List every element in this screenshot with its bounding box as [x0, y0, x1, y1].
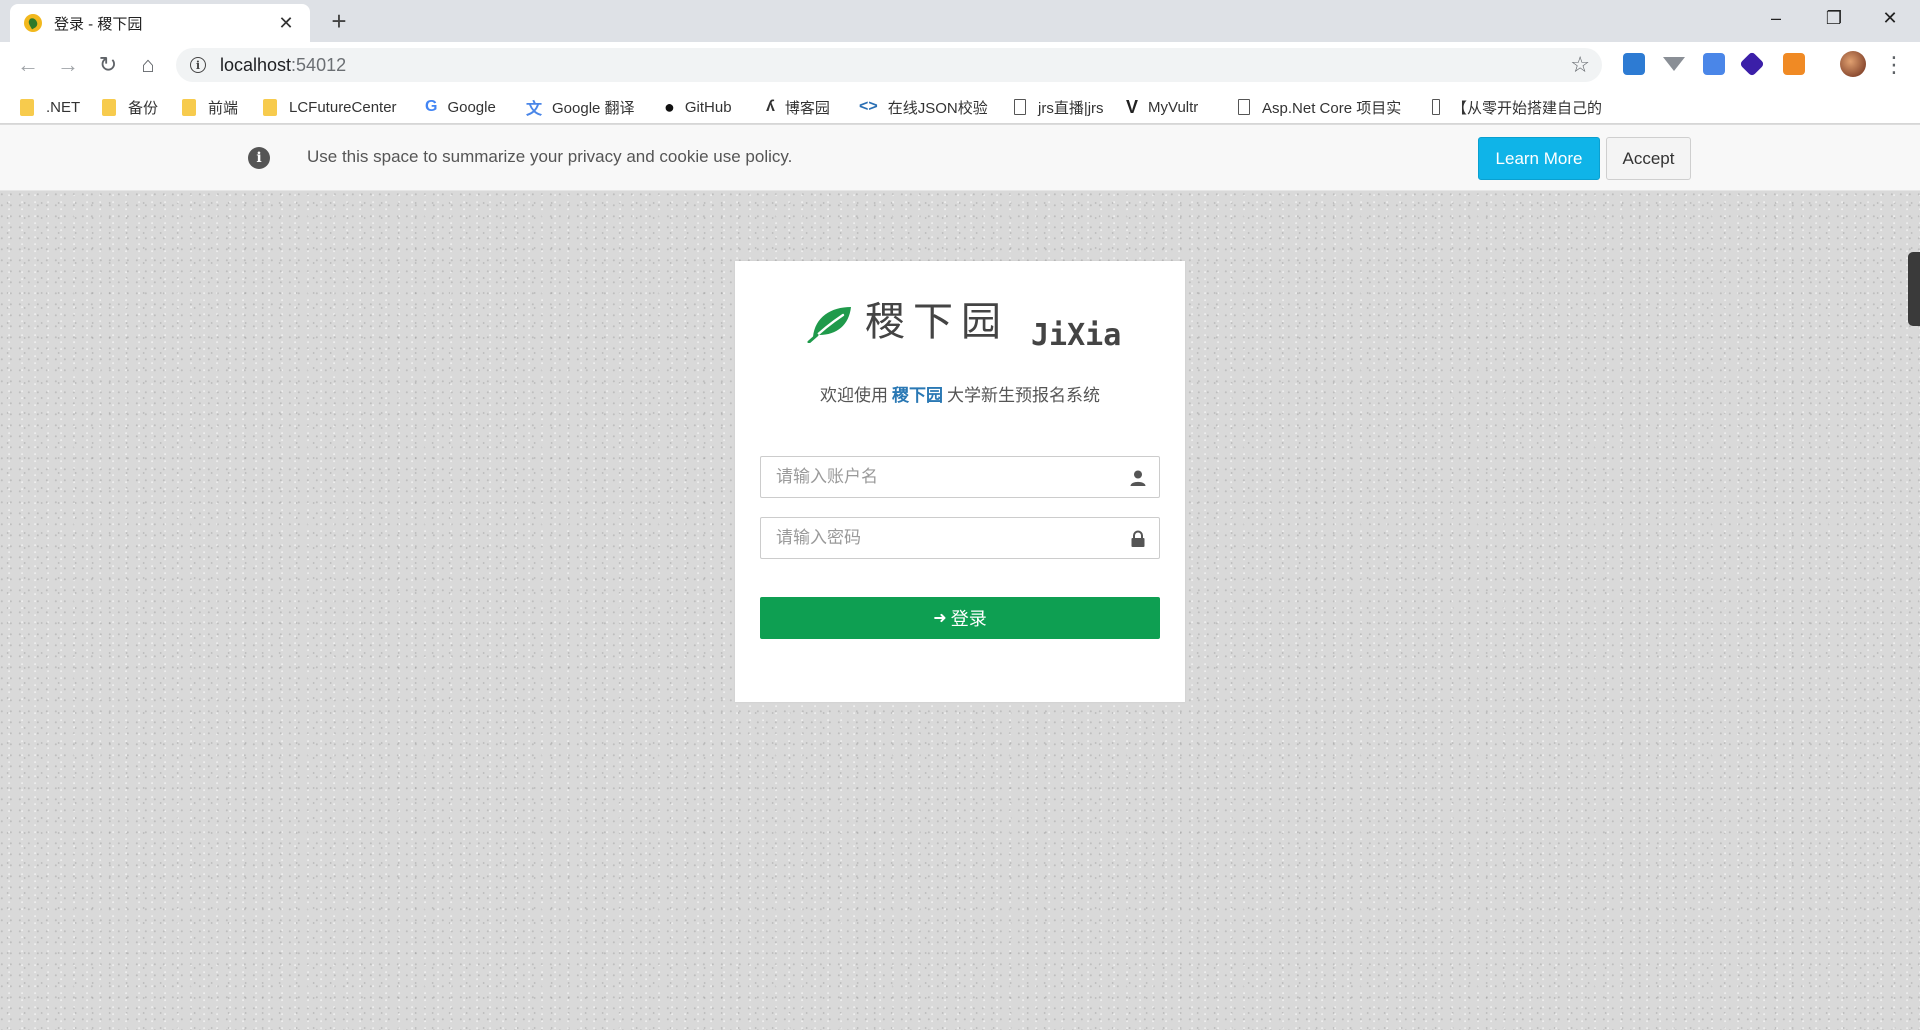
- cookie-consent-bar: i Use this space to summarize your priva…: [0, 125, 1920, 191]
- brand-name-en: JiXia: [1031, 318, 1122, 353]
- page-icon: [1014, 99, 1026, 115]
- translate-icon: 文: [526, 101, 543, 118]
- browser-toolbar: ← → ↻ ⌂ i localhost:54012 ☆ ⋮: [0, 42, 1920, 88]
- site-favicon-icon: [24, 14, 42, 32]
- page-icon: [1432, 99, 1440, 115]
- tab-title: 登录 - 稷下园: [54, 15, 143, 33]
- brand-name-cn: 稷下园: [865, 299, 1009, 345]
- extension-translate-icon[interactable]: [1703, 53, 1725, 75]
- page-icon: [1238, 99, 1250, 115]
- google-icon: G: [425, 98, 438, 115]
- bookmark-json-validator[interactable]: <> 在线JSON校验: [859, 96, 988, 118]
- site-info-icon[interactable]: i: [190, 57, 206, 73]
- url-host: localhost: [220, 54, 292, 75]
- bookmark-google-translate[interactable]: 文 Google 翻译: [526, 96, 635, 119]
- browser-tab-bar: 登录 - 稷下园 ✕ + – ❐ ✕: [0, 0, 1920, 42]
- reload-icon[interactable]: ↻: [92, 49, 124, 81]
- bookmarks-bar: .NET 备份 前端 LCFutureCenter G Google 文 Googl…: [0, 88, 1920, 124]
- leaf-icon: [807, 307, 851, 343]
- bookmark-jrs[interactable]: jrs直播|jrs: [1014, 96, 1104, 118]
- side-scroll-handle[interactable]: [1908, 252, 1920, 326]
- vultr-icon: V: [1126, 96, 1139, 117]
- password-field: [760, 517, 1160, 559]
- bookmark-myvultr[interactable]: V MyVultr: [1126, 96, 1198, 118]
- bookmark-frontend[interactable]: 前端: [182, 96, 238, 118]
- browser-tab-active[interactable]: 登录 - 稷下园 ✕: [10, 4, 310, 42]
- address-bar[interactable]: i localhost:54012 ☆: [176, 48, 1602, 82]
- accept-button[interactable]: Accept: [1606, 137, 1691, 180]
- info-circle-icon: i: [248, 147, 270, 169]
- forward-arrow-icon[interactable]: →: [52, 49, 84, 81]
- welcome-message: 欢迎使用 稷下园 大学新生预报名系统: [820, 386, 1100, 405]
- extension-orange-icon[interactable]: [1783, 53, 1805, 75]
- url-port: :54012: [291, 54, 347, 75]
- bookmark-net[interactable]: .NET: [20, 96, 80, 118]
- login-card: 稷下园 JiXia 欢迎使用稷下园大学新生预报名系统 ➜登录: [735, 261, 1185, 702]
- home-icon[interactable]: ⌂: [132, 49, 164, 81]
- learn-more-button[interactable]: Learn More: [1478, 137, 1600, 180]
- lock-icon: [1131, 530, 1145, 547]
- window-maximize-button[interactable]: ❐: [1806, 0, 1862, 36]
- extension-s-icon[interactable]: [1623, 53, 1645, 75]
- extension-v-icon[interactable]: [1663, 57, 1685, 71]
- new-tab-button[interactable]: +: [324, 6, 354, 36]
- username-input[interactable]: [761, 457, 1159, 497]
- window-close-button[interactable]: ✕: [1862, 0, 1918, 36]
- bookmark-star-icon[interactable]: ☆: [1570, 52, 1590, 78]
- folder-icon: [263, 98, 277, 116]
- bookmark-lcfuturecenter[interactable]: LCFutureCenter: [263, 96, 397, 118]
- github-icon: ●: [664, 96, 675, 117]
- sign-in-icon: ➜: [933, 610, 947, 627]
- bookmark-backup[interactable]: 备份: [102, 96, 158, 118]
- welcome-brand: 稷下园: [892, 386, 943, 405]
- window-minimize-button[interactable]: –: [1748, 0, 1804, 36]
- username-field: [760, 456, 1160, 498]
- cnblogs-icon: ʎ: [766, 98, 775, 115]
- bookmark-google[interactable]: G Google: [425, 96, 496, 118]
- extension-diamond-icon[interactable]: [1739, 51, 1765, 77]
- json-icon: <>: [859, 98, 878, 115]
- bookmark-github[interactable]: ● GitHub: [664, 96, 732, 118]
- tab-close-icon[interactable]: ✕: [276, 13, 296, 34]
- browser-menu-icon[interactable]: ⋮: [1878, 49, 1910, 81]
- profile-avatar[interactable]: [1840, 51, 1866, 77]
- bookmark-cnblogs[interactable]: ʎ 博客园: [766, 96, 830, 118]
- bookmark-from-scratch[interactable]: 【从零开始搭建自己的: [1432, 96, 1602, 118]
- password-input[interactable]: [761, 518, 1159, 558]
- login-submit-button[interactable]: ➜ 登录: [760, 597, 1160, 639]
- folder-icon: [182, 98, 196, 116]
- bookmark-aspnet-core[interactable]: Asp.Net Core 项目实: [1238, 96, 1408, 118]
- user-icon: [1130, 470, 1146, 486]
- back-arrow-icon[interactable]: ←: [12, 49, 44, 81]
- folder-icon: [102, 98, 116, 116]
- folder-icon: [20, 98, 34, 116]
- brand-logo: 稷下园 JiXia: [807, 293, 1121, 353]
- cookie-policy-text: Use this space to summarize your privacy…: [307, 147, 793, 166]
